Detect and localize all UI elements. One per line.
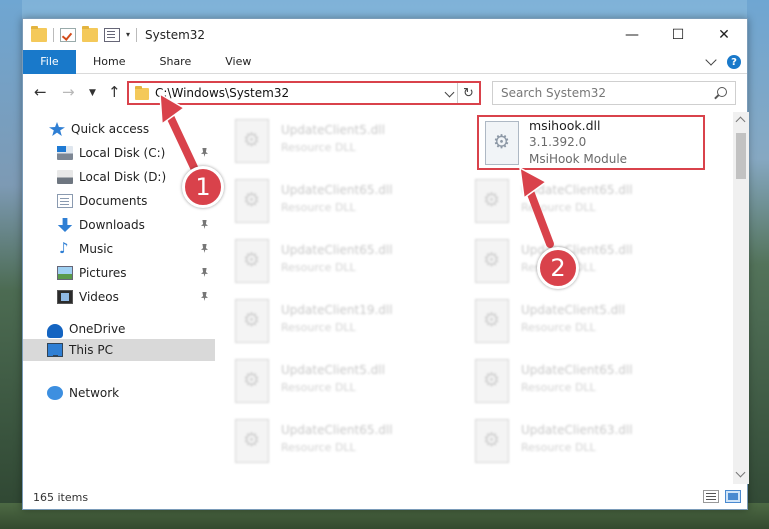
callout-arrow-1 (159, 92, 202, 180)
annotation-arrows (159, 92, 554, 248)
callout-badge-1: 1 (182, 166, 224, 208)
callout-arrow-2 (519, 166, 554, 248)
callout-badge-2: 2 (537, 247, 579, 289)
